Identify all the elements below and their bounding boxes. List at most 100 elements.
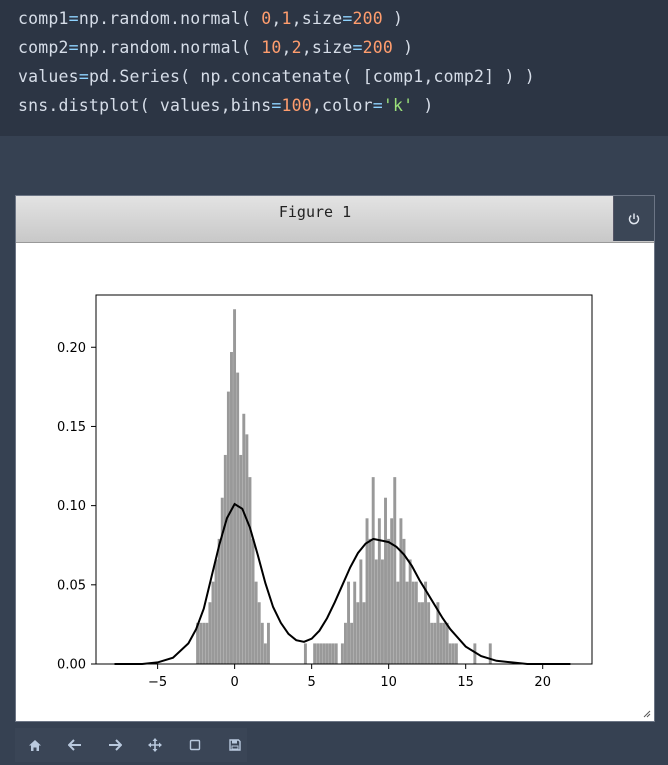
histogram-bar [368,538,372,664]
code-token: np.random.normal( [78,38,262,57]
code-token: 200 [352,9,383,28]
code-token: ,size [291,9,343,28]
histogram-bar [325,643,329,664]
code-token: = [78,67,89,86]
x-tick-label: 5 [308,675,316,690]
code-token: np.random.normal( [78,9,262,28]
histogram-bar [433,622,437,664]
code-token: , [271,9,282,28]
histogram-bar [217,538,221,664]
code-token: 0 [261,9,272,28]
histogram-bar [439,622,443,664]
power-icon [628,213,640,224]
code-line-1: comp1=np.random.normal( 0,1,size=200 ) [18,9,403,28]
x-tick-label: 0 [230,675,238,690]
back-button[interactable] [55,728,95,762]
histogram-bar [374,559,378,664]
histogram-bar [233,309,237,664]
histogram-bar [223,454,227,664]
histogram-bar [371,477,375,664]
histogram-bar [405,581,409,664]
code-token: 100 [281,96,312,115]
code-token: = [68,38,79,57]
histogram-bar [220,497,224,664]
histogram-bar [242,413,246,664]
code-token: values [18,67,79,86]
code-token: 1 [281,9,292,28]
histogram-bar [266,622,270,664]
histogram-bar [442,622,446,664]
histogram-bar [399,518,403,664]
histogram-bar [316,643,320,664]
histogram-bar [239,454,243,664]
code-token: , [281,38,292,57]
histogram-bar [414,581,418,664]
histogram-bar [445,622,449,664]
histogram-bar [322,643,326,664]
histogram-bar [260,622,264,664]
histogram-bar [331,643,335,664]
histogram-bar [387,538,391,664]
histogram-bar [384,497,387,664]
histogram-bar [214,559,218,664]
y-tick-label: 0.15 [57,420,86,435]
distplot-chart: −5 0 5 10 20 15 0.00 0.05 0.10 0.15 0.20 [57,294,593,690]
save-button[interactable] [215,728,255,762]
histogram-bar [226,391,230,664]
histogram-bar [202,622,206,664]
histogram-bar [393,477,397,664]
histogram-bar [334,643,338,664]
code-token: sns.distplot( values,bins [18,96,272,115]
code-token: comp1 [18,9,69,28]
code-token: = [372,96,383,115]
code-token: 200 [362,38,394,57]
histogram-bar [454,643,458,664]
histogram-bar [319,643,323,664]
y-tick-label: 0.20 [57,341,86,356]
figure-window: Figure 1 −5 0 5 10 20 15 0.00 0.05 0.10 0.15 0.20 [15,195,655,722]
home-button[interactable] [15,728,55,762]
arrow-left-icon [68,739,81,751]
histogram-bar [408,559,412,664]
code-token: 2 [291,38,302,57]
code-token: 10 [261,38,282,57]
histogram-bar [303,643,307,664]
histogram-bar [211,581,215,664]
histogram-bar [199,622,203,664]
histogram-bar [380,559,384,664]
code-line-3: values=pd.Series( np.concatenate( [comp1… [18,67,535,86]
code-token: pd.Series( np.concatenate( [comp1,comp2]… [88,67,535,86]
histogram-bar [350,622,354,664]
histogram-bar [365,518,369,664]
code-line-2: comp2=np.random.normal( 10,2,size=200 ) [18,38,413,57]
pan-button[interactable] [135,728,175,762]
zoom-button[interactable] [175,728,215,762]
close-figure-button[interactable] [613,196,654,241]
y-tick-label: 0.00 [57,658,86,673]
histogram-bar [344,622,347,664]
histogram-bar [417,602,421,664]
forward-button[interactable] [95,728,135,762]
x-tick-label: 10 [380,675,397,690]
axes-frame [95,294,593,665]
floppy-icon [229,739,241,751]
y-tick-label: 0.10 [57,499,86,514]
code-cell[interactable]: comp1=np.random.normal( 0,1,size=200 ) c… [0,0,668,136]
histogram-bar [421,602,424,664]
histogram-bar [430,622,434,664]
code-token: comp2 [18,38,69,57]
histogram-bar [257,602,261,664]
histogram-bar [347,581,351,664]
code-token: ,size [301,38,353,57]
histogram-bar [396,581,400,664]
resize-grip-icon[interactable] [643,710,651,718]
y-tick-label: 0.05 [57,578,86,593]
histogram-bar [353,581,357,664]
histogram-bar [448,643,452,664]
code-token: ,color [311,96,373,115]
figure-header: Figure 1 [16,196,654,243]
code-token: = [342,9,353,28]
code-line-4: sns.distplot( values,bins=100,color='k' … [18,96,434,115]
move-icon [148,738,162,752]
histogram-bar [248,477,252,664]
